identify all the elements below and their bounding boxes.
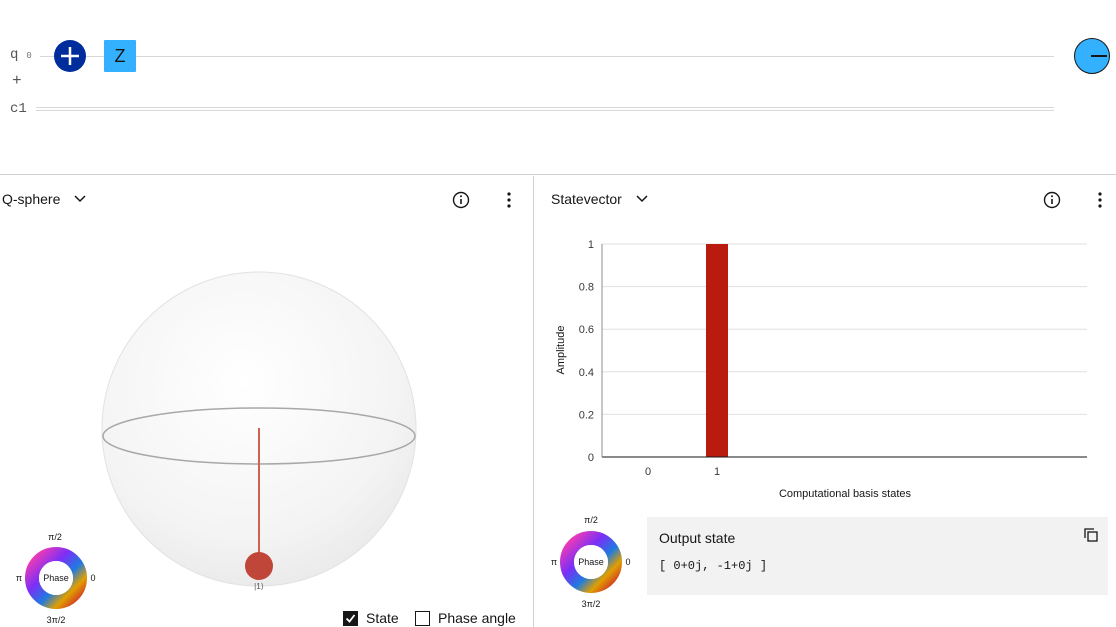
circuit-composer: q0 + c1 Z — [0, 0, 1116, 175]
x-tick-labels: 01 — [645, 466, 720, 478]
qubit-label[interactable]: q0 — [10, 47, 32, 63]
state-checkbox-label: State — [366, 610, 399, 626]
basis-state-point — [245, 552, 273, 580]
phase-label-right: 0 — [90, 573, 95, 583]
output-state-value: [ 0+0j, -1+0j ] — [659, 559, 768, 573]
y-tick-label: 0.2 — [579, 409, 594, 421]
chart-bars — [706, 244, 728, 457]
phase-label-top: π/2 — [584, 515, 598, 525]
classical-wire-top — [36, 107, 1054, 108]
checkbox-checked-icon — [343, 610, 358, 626]
hadamard-gate[interactable] — [54, 40, 86, 72]
phase-label-left: π — [16, 573, 22, 583]
output-state-box: Output state [ 0+0j, -1+0j ] — [647, 517, 1108, 595]
qubit-index: 0 — [26, 51, 32, 61]
qsphere-panel: Q-sphere |1⟩ Phase π/2 π 0 3π/2 — [0, 176, 533, 627]
classical-wire-bottom — [36, 110, 1054, 111]
phase-label-bottom: 3π/2 — [582, 599, 601, 609]
x-axis-title: Computational basis states — [779, 488, 912, 500]
x-tick-label: 1 — [714, 466, 720, 478]
z-gate[interactable]: Z — [104, 40, 136, 72]
amplitude-bar[interactable] — [706, 244, 728, 457]
qsphere-visualization: |1⟩ Phase π/2 π 0 3π/2 — [16, 271, 417, 625]
add-qubit-button[interactable]: + — [12, 72, 22, 90]
x-tick-label: 0 — [645, 466, 651, 478]
phase-wheel-legend: Phase π/2 π 0 3π/2 — [16, 532, 96, 625]
phase-label-right: 0 — [625, 557, 630, 567]
phase-label-left: π — [551, 557, 557, 567]
y-tick-label: 0.4 — [579, 367, 594, 379]
measurement-gate[interactable] — [1074, 38, 1110, 74]
phase-label-bottom: 3π/2 — [47, 615, 66, 625]
minus-icon — [1091, 55, 1107, 57]
state-checkbox[interactable]: State — [343, 610, 399, 626]
chart-grid — [602, 243, 1087, 415]
plus-icon — [61, 47, 79, 65]
phase-label-top: π/2 — [48, 532, 62, 542]
qubit-wire — [40, 56, 1054, 57]
statevector-chart: 00.20.40.60.81 01 Amplitude Computationa… — [555, 239, 1087, 500]
checkbox-unchecked-icon — [415, 610, 430, 626]
y-tick-label: 1 — [588, 239, 594, 251]
statevector-phase-wheel: Phase π/2 π 0 3π/2 — [551, 515, 631, 609]
y-axis-title: Amplitude — [555, 326, 567, 375]
basis-state-label: |1⟩ — [254, 582, 264, 591]
y-tick-label: 0.6 — [579, 324, 594, 336]
copy-icon[interactable] — [1081, 525, 1101, 545]
output-state-title: Output state — [659, 530, 736, 546]
phase-angle-checkbox-label: Phase angle — [438, 610, 516, 626]
classical-register-label[interactable]: c1 — [10, 101, 27, 117]
phase-wheel-center: Phase — [43, 573, 69, 583]
y-tick-labels: 0 0.2 0.4 0.6 0.8 1 — [579, 239, 594, 464]
y-tick-label: 0.8 — [579, 282, 594, 294]
phase-angle-checkbox[interactable]: Phase angle — [415, 610, 516, 626]
y-tick-label: 0 — [588, 452, 594, 464]
phase-wheel-center: Phase — [578, 557, 604, 567]
